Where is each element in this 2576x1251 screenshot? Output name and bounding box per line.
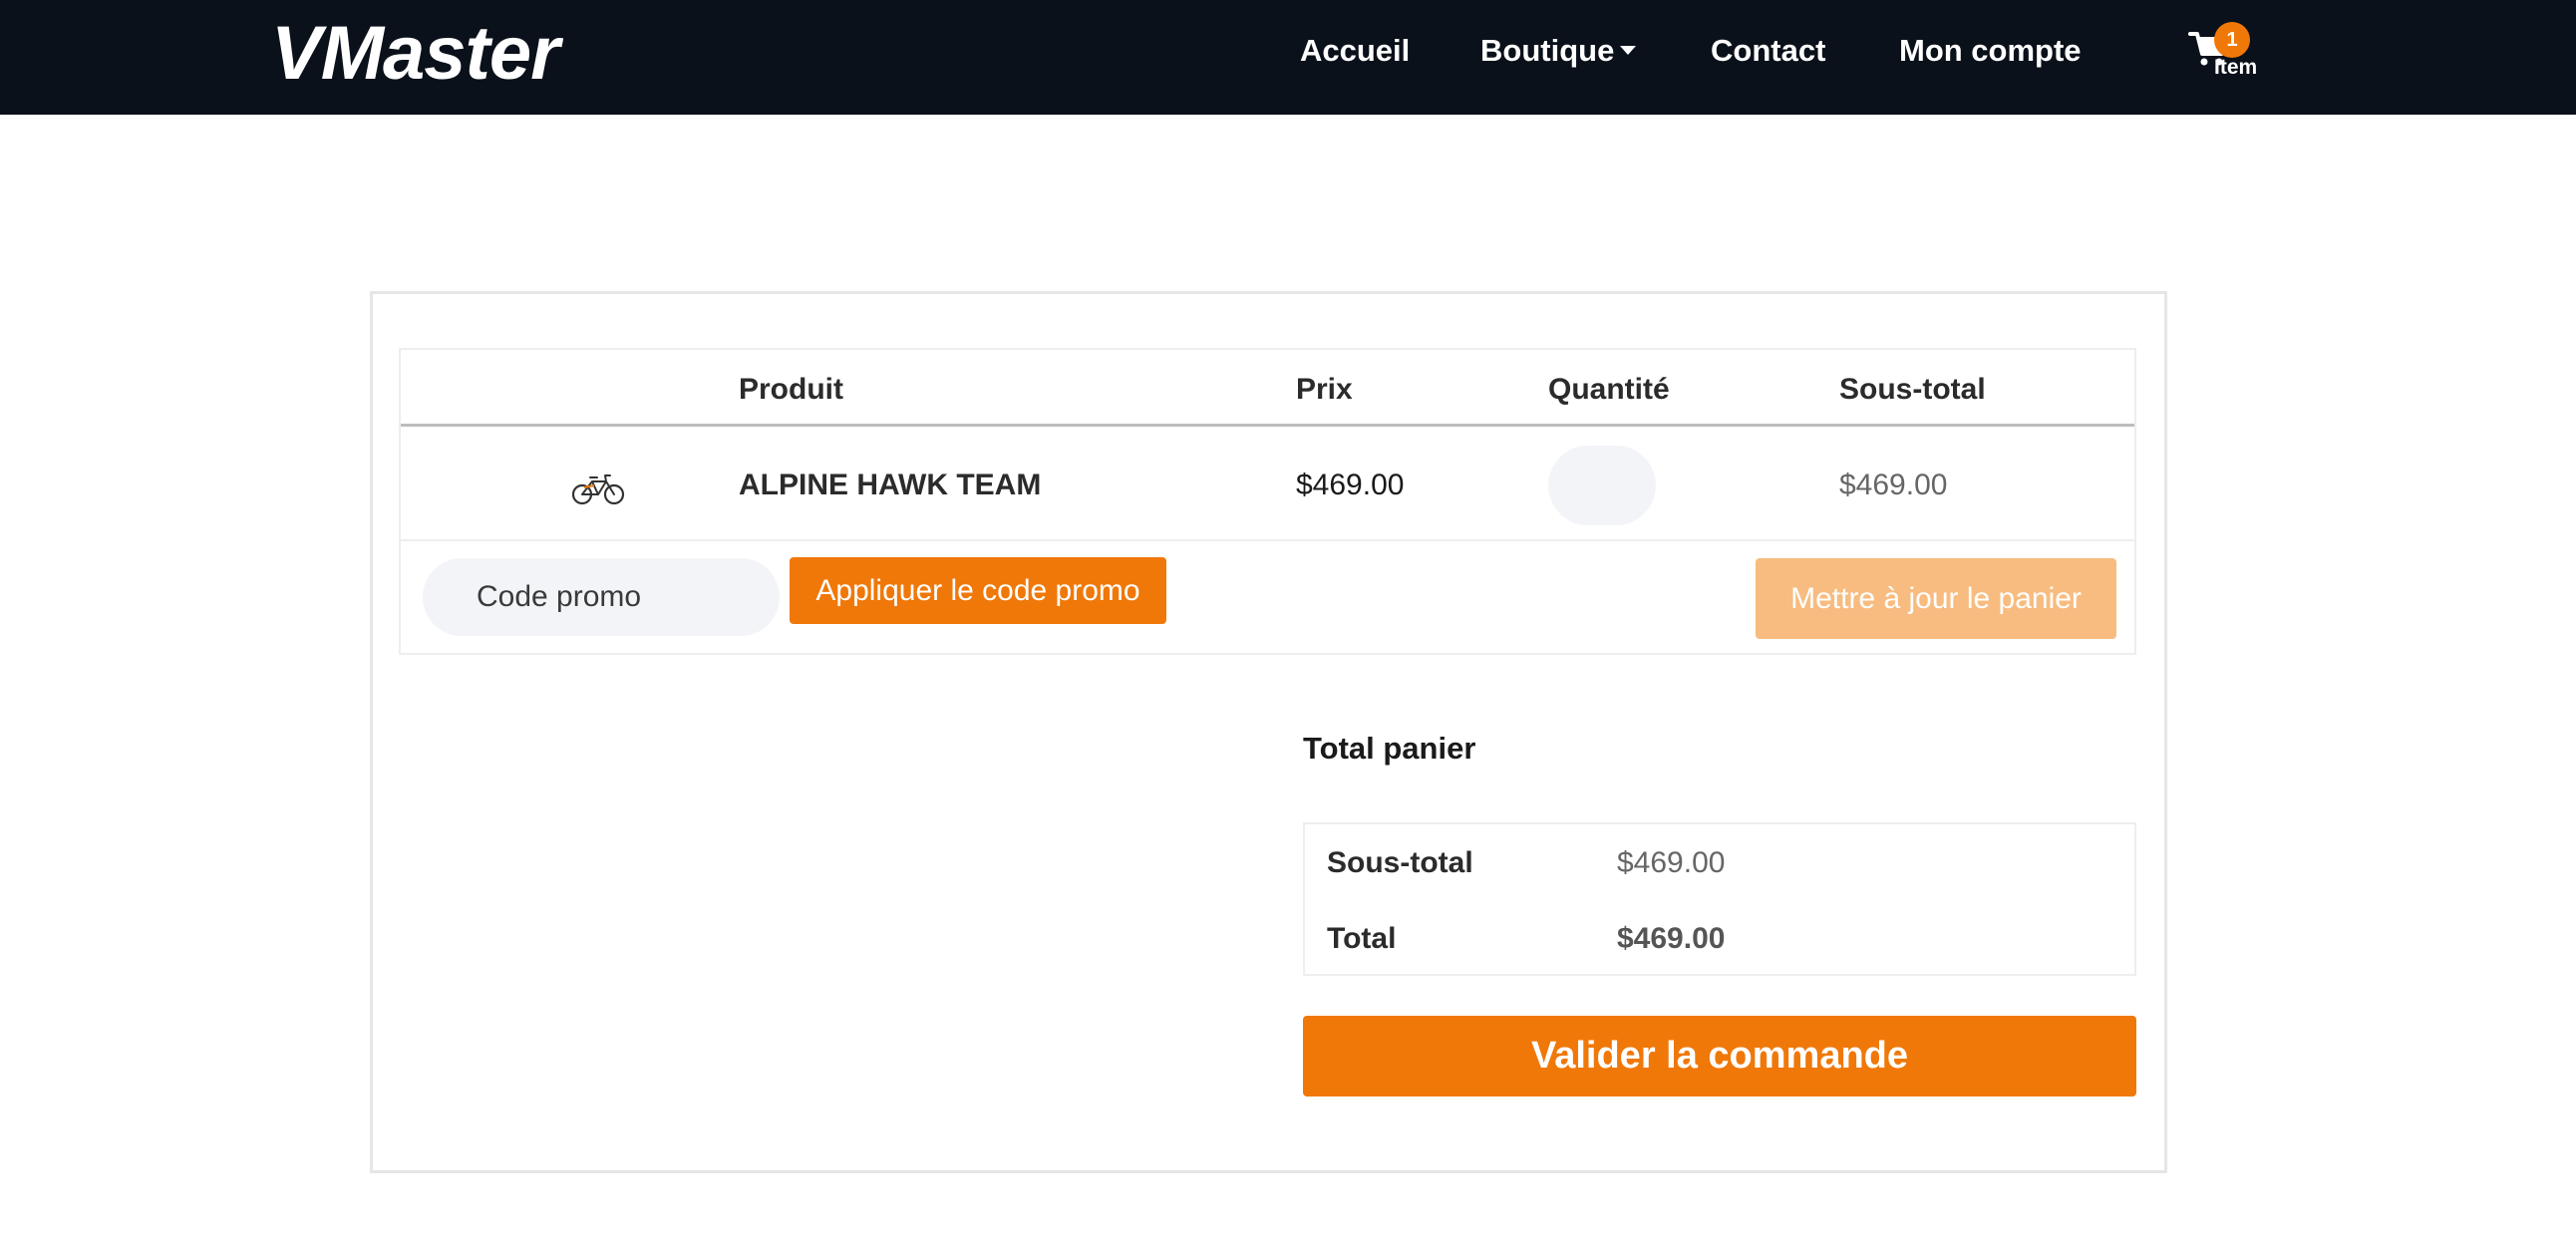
total-value: $469.00 bbox=[1617, 922, 1726, 955]
subtotal-value: $469.00 bbox=[1617, 846, 1726, 879]
nav-link-contact[interactable]: Contact bbox=[1711, 30, 1825, 72]
cart-button[interactable]: 1 Item bbox=[2188, 22, 2278, 92]
caret-down-icon bbox=[1620, 46, 1637, 56]
bicycle-icon[interactable] bbox=[570, 468, 626, 507]
product-subtotal: $469.00 bbox=[1839, 469, 1948, 501]
brand-logo[interactable]: VMaster bbox=[271, 4, 560, 104]
apply-promo-button[interactable]: Appliquer le code promo bbox=[790, 557, 1166, 624]
header-divider bbox=[401, 424, 2134, 427]
cart-count-badge: 1 bbox=[2214, 22, 2250, 58]
nav-link-shop[interactable]: Boutique bbox=[1480, 30, 1637, 72]
nav-link-account[interactable]: Mon compte bbox=[1899, 30, 2082, 72]
header-product: Produit bbox=[739, 373, 843, 406]
cart-table: Produit Prix Quantité Sous-total ALPINE … bbox=[399, 348, 2136, 655]
nav-link-home[interactable]: Accueil bbox=[1300, 30, 1410, 72]
header-price: Prix bbox=[1296, 373, 1353, 406]
checkout-button[interactable]: Valider la commande bbox=[1303, 1016, 2136, 1096]
row-divider bbox=[401, 539, 2134, 541]
header-quantity: Quantité bbox=[1548, 373, 1670, 406]
update-cart-button[interactable]: Mettre à jour le panier bbox=[1756, 558, 2116, 639]
totals-title: Total panier bbox=[1303, 731, 1476, 766]
subtotal-label: Sous-total bbox=[1327, 846, 1473, 879]
product-price: $469.00 bbox=[1296, 469, 1405, 501]
cart-label: Item bbox=[2214, 56, 2258, 79]
product-name[interactable]: ALPINE HAWK TEAM bbox=[739, 466, 1041, 505]
header-subtotal: Sous-total bbox=[1839, 373, 1986, 406]
navbar: VMaster Accueil Boutique Contact Mon com… bbox=[0, 0, 2576, 115]
nav-shop-label: Boutique bbox=[1480, 33, 1615, 68]
totals-table: Sous-total $469.00 Total $469.00 bbox=[1303, 822, 2136, 976]
total-label: Total bbox=[1327, 922, 1397, 955]
promo-code-input[interactable] bbox=[423, 558, 780, 636]
quantity-input[interactable] bbox=[1548, 446, 1656, 525]
